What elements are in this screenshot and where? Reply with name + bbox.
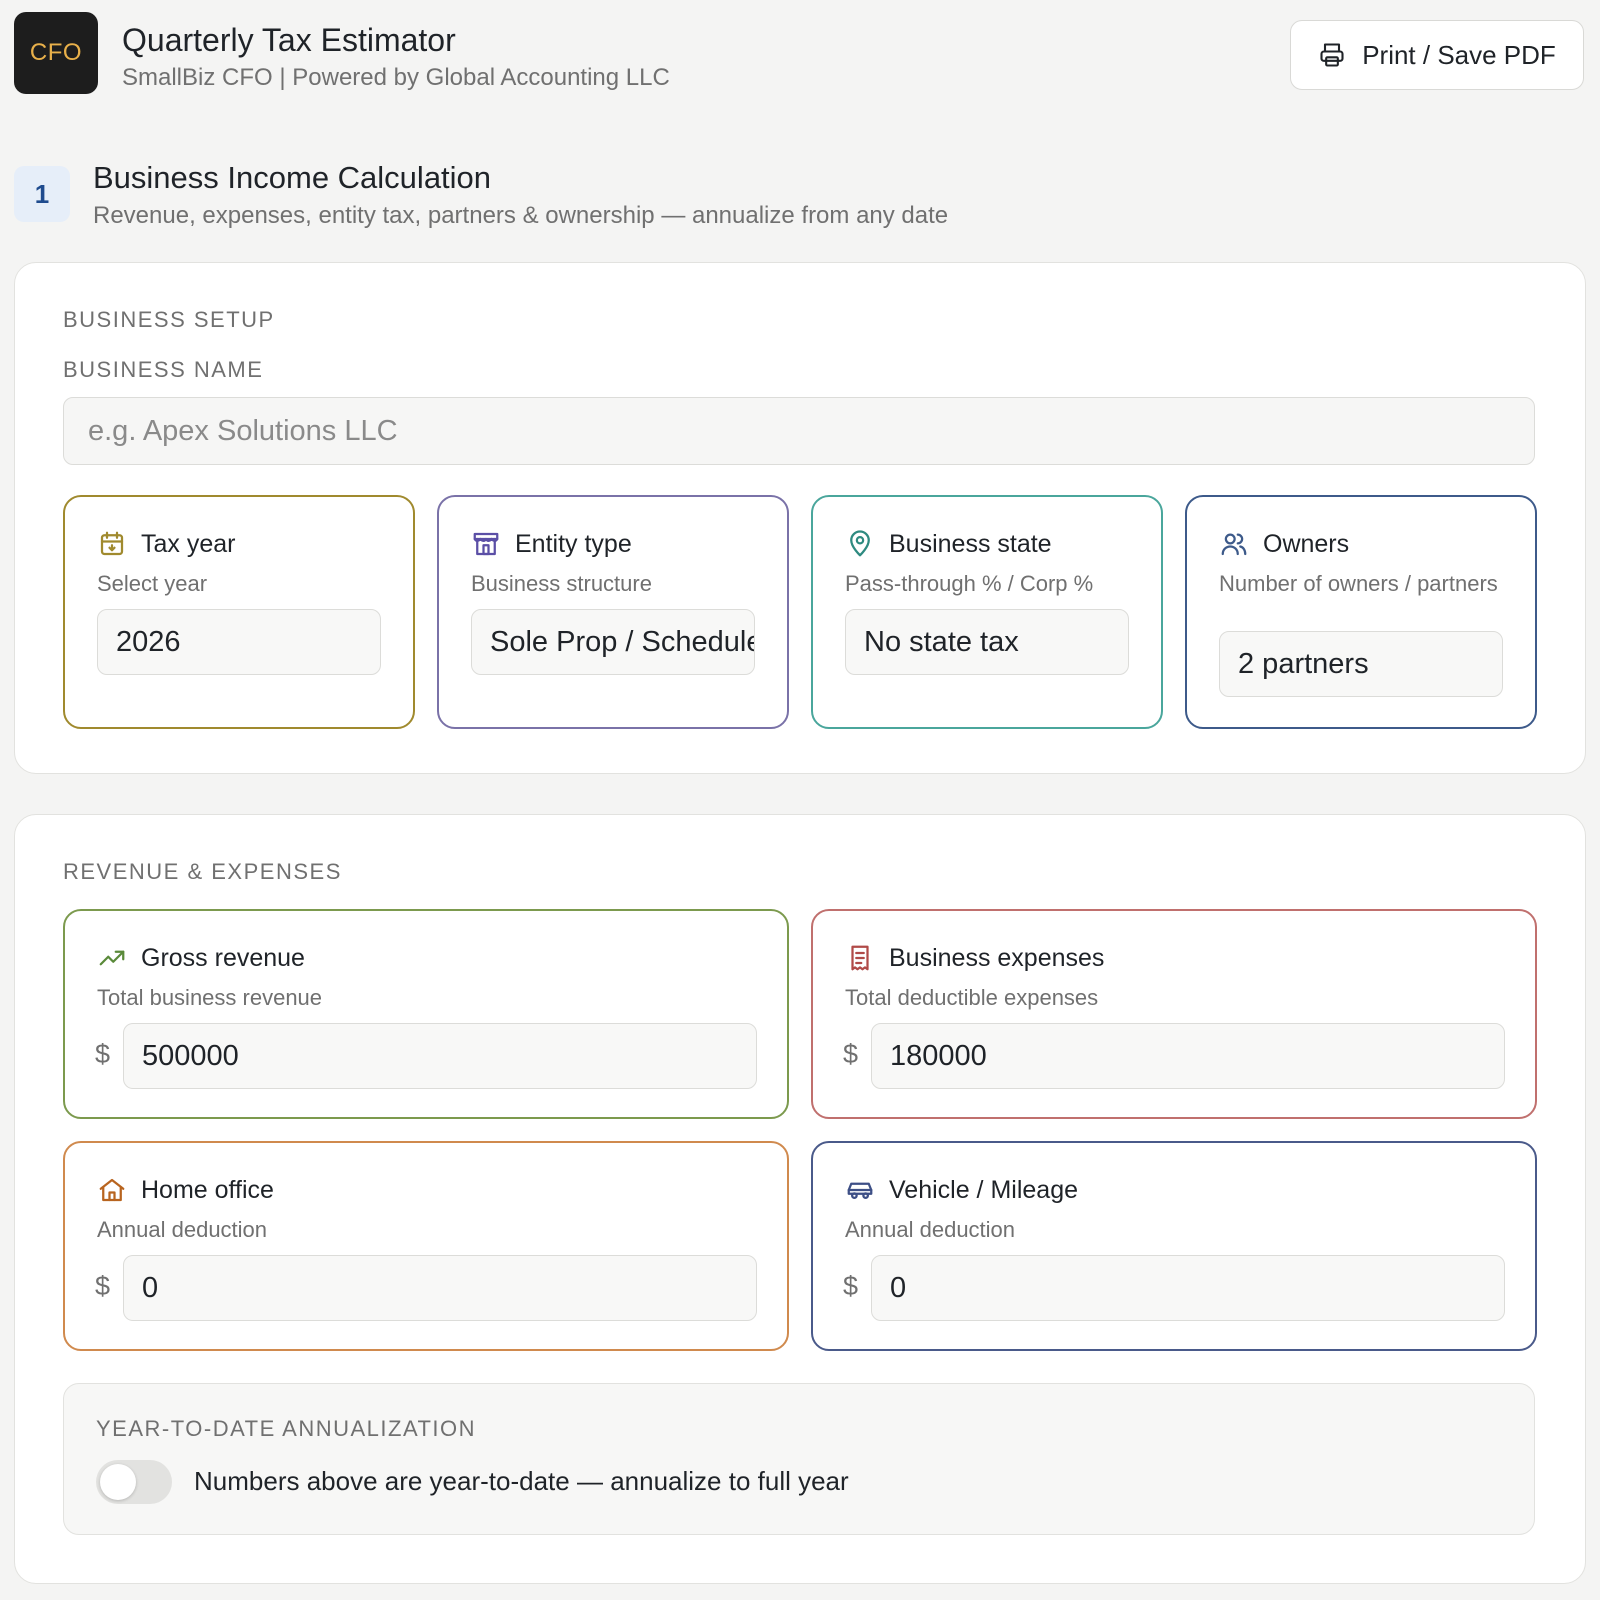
annualize-toggle-label: Numbers above are year-to-date — annuali… xyxy=(194,1466,849,1496)
ytd-annualization-label: YEAR-TO-DATE ANNUALIZATION xyxy=(96,1416,477,1441)
currency-symbol: $ xyxy=(95,1271,111,1301)
map-pin-icon xyxy=(850,530,870,557)
business-expenses-card: Business expenses Total deductible expen… xyxy=(811,909,1537,1119)
revenue-expenses-label: REVENUE & EXPENSES xyxy=(63,859,342,884)
home-office-card: Home office Annual deduction $ 0 xyxy=(63,1141,789,1351)
tax-year-select[interactable]: 2026 xyxy=(97,609,381,675)
print-button-label: Print / Save PDF xyxy=(1362,39,1556,70)
tax-year-desc: Select year xyxy=(97,571,208,596)
entity-type-select[interactable]: Sole Prop / Schedule C xyxy=(471,609,755,675)
users-icon xyxy=(1221,533,1247,556)
vehicle-mileage-desc: Annual deduction xyxy=(845,1217,1016,1242)
step-badge: 1 xyxy=(14,166,70,222)
print-save-pdf-button[interactable]: Print / Save PDF xyxy=(1290,20,1584,90)
business-setup-label: BUSINESS SETUP xyxy=(63,307,275,332)
vehicle-mileage-card: Vehicle / Mileage Annual deduction $ 0 xyxy=(811,1141,1537,1351)
business-state-desc: Pass-through % / Corp % xyxy=(845,571,1094,596)
business-expenses-title: Business expenses xyxy=(889,943,1105,972)
annualize-toggle[interactable] xyxy=(96,1460,172,1504)
home-office-desc: Annual deduction xyxy=(97,1217,268,1242)
car-icon xyxy=(847,1182,873,1199)
vehicle-mileage-input[interactable]: 0 xyxy=(871,1255,1505,1321)
currency-symbol: $ xyxy=(843,1271,859,1301)
revenue-expenses-panel: REVENUE & EXPENSES Gross revenue Total b… xyxy=(14,814,1586,1584)
receipt-icon xyxy=(851,945,869,971)
printer-icon xyxy=(1320,43,1344,67)
section-subtitle: Revenue, expenses, entity tax, partners … xyxy=(93,202,949,229)
store-icon xyxy=(473,532,499,556)
trending-up-icon xyxy=(99,950,125,966)
tax-year-title: Tax year xyxy=(141,529,236,558)
tax-year-card: Tax year Select year 2026 xyxy=(63,495,415,729)
business-name-input[interactable] xyxy=(63,397,1535,465)
home-office-title: Home office xyxy=(141,1175,274,1204)
business-setup-panel: BUSINESS SETUP BUSINESS NAME Tax year Se… xyxy=(14,262,1586,774)
app-title: Quarterly Tax Estimator xyxy=(122,22,456,58)
home-icon xyxy=(99,1178,125,1202)
currency-symbol: $ xyxy=(95,1039,111,1069)
gross-revenue-title: Gross revenue xyxy=(141,943,305,972)
business-state-select[interactable]: No state tax xyxy=(845,609,1129,675)
gross-revenue-card: Gross revenue Total business revenue $ 5… xyxy=(63,909,789,1119)
entity-type-card: Entity type Business structure Sole Prop… xyxy=(437,495,789,729)
entity-type-desc: Business structure xyxy=(471,571,652,596)
logo-text: CFO xyxy=(29,39,83,66)
business-name-label: BUSINESS NAME xyxy=(63,357,264,382)
business-state-title: Business state xyxy=(889,529,1052,558)
business-expenses-desc: Total deductible expenses xyxy=(845,985,1099,1010)
business-expenses-input[interactable]: 180000 xyxy=(871,1023,1505,1089)
ytd-annualization-box: YEAR-TO-DATE ANNUALIZATION Numbers above… xyxy=(63,1383,1535,1535)
app-logo: CFO xyxy=(14,12,98,94)
business-state-card: Business state Pass-through % / Corp % N… xyxy=(811,495,1163,729)
gross-revenue-input[interactable]: 500000 xyxy=(123,1023,757,1089)
home-office-input[interactable]: 0 xyxy=(123,1255,757,1321)
gross-revenue-desc: Total business revenue xyxy=(97,985,323,1010)
owners-title: Owners xyxy=(1263,529,1350,558)
toggle-knob xyxy=(100,1464,136,1500)
currency-symbol: $ xyxy=(843,1039,859,1069)
vehicle-mileage-title: Vehicle / Mileage xyxy=(889,1175,1079,1204)
owners-select[interactable]: 2 partners xyxy=(1219,631,1503,697)
calendar-icon xyxy=(100,531,124,556)
entity-type-title: Entity type xyxy=(515,529,632,558)
app-subtitle: SmallBiz CFO | Powered by Global Account… xyxy=(122,64,670,91)
step-number: 1 xyxy=(34,178,50,209)
section-title: Business Income Calculation xyxy=(93,160,492,195)
owners-desc: Number of owners / partners xyxy=(1219,571,1498,596)
owners-card: Owners Number of owners / partners 2 par… xyxy=(1185,495,1537,729)
